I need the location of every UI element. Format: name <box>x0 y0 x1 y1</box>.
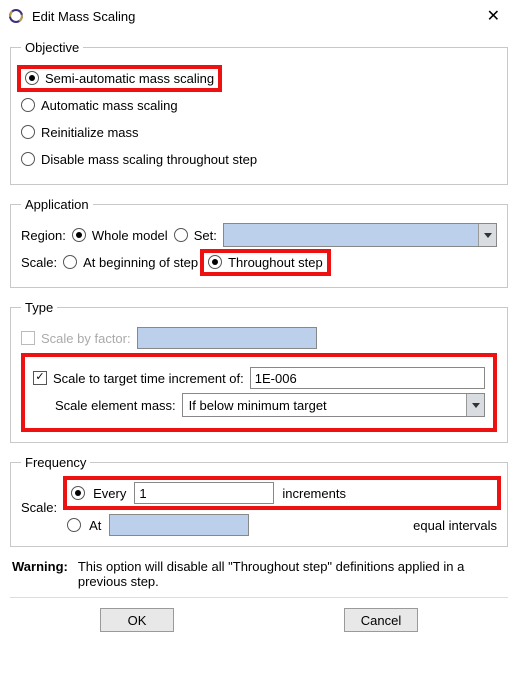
radio-automatic[interactable] <box>21 98 35 112</box>
radio-at[interactable] <box>67 518 81 532</box>
label-set: Set: <box>194 228 217 243</box>
label-scale-to-target: Scale to target time increment of: <box>53 371 244 386</box>
close-icon[interactable]: ✕ <box>479 6 508 26</box>
element-mass-combo-text: If below minimum target <box>183 398 466 413</box>
freq-scale-label: Scale: <box>21 500 57 515</box>
titlebar: Edit Mass Scaling ✕ <box>0 0 518 30</box>
label-element-mass: Scale element mass: <box>55 398 176 413</box>
cancel-button[interactable]: Cancel <box>344 608 418 632</box>
frequency-legend: Frequency <box>21 455 90 470</box>
region-label: Region: <box>21 228 66 243</box>
at-value-input[interactable] <box>109 514 249 536</box>
label-every: Every <box>93 486 126 501</box>
set-combo[interactable] <box>223 223 497 247</box>
label-semi-automatic: Semi-automatic mass scaling <box>45 71 214 86</box>
chevron-down-icon <box>478 224 496 246</box>
app-icon <box>8 8 24 24</box>
objective-legend: Objective <box>21 40 83 55</box>
radio-every[interactable] <box>71 486 85 500</box>
factor-input <box>137 327 317 349</box>
warning-text: This option will disable all "Throughout… <box>78 559 506 589</box>
label-throughout-step: Throughout step <box>228 255 323 270</box>
label-whole-model: Whole model <box>92 228 168 243</box>
label-disable: Disable mass scaling throughout step <box>41 152 257 167</box>
radio-reinitialize[interactable] <box>21 125 35 139</box>
type-legend: Type <box>21 300 57 315</box>
target-increment-input[interactable] <box>250 367 485 389</box>
application-legend: Application <box>21 197 93 212</box>
radio-throughout-step[interactable] <box>208 255 222 269</box>
radio-set[interactable] <box>174 228 188 242</box>
label-at: At <box>89 518 101 533</box>
warning-label: Warning: <box>12 559 68 574</box>
label-scale-by-factor: Scale by factor: <box>41 331 131 346</box>
application-group: Application Region: Whole model Set: Sca… <box>10 197 508 288</box>
warning-row: Warning: This option will disable all "T… <box>12 559 506 589</box>
label-increments: increments <box>282 486 346 501</box>
radio-at-beginning[interactable] <box>63 255 77 269</box>
chevron-down-icon <box>466 394 484 416</box>
check-scale-by-factor <box>21 331 35 345</box>
radio-semi-automatic[interactable] <box>25 71 39 85</box>
radio-whole-model[interactable] <box>72 228 86 242</box>
scale-label: Scale: <box>21 255 57 270</box>
check-scale-to-target[interactable] <box>33 371 47 385</box>
window-title: Edit Mass Scaling <box>32 9 479 24</box>
radio-disable[interactable] <box>21 152 35 166</box>
frequency-group: Frequency Scale: Every increments At equ… <box>10 455 508 547</box>
type-group: Type Scale by factor: Scale to target ti… <box>10 300 508 443</box>
label-automatic: Automatic mass scaling <box>41 98 178 113</box>
label-at-beginning: At beginning of step <box>83 255 198 270</box>
ok-button[interactable]: OK <box>100 608 174 632</box>
every-value-input[interactable] <box>134 482 274 504</box>
label-reinitialize: Reinitialize mass <box>41 125 139 140</box>
element-mass-combo[interactable]: If below minimum target <box>182 393 485 417</box>
objective-group: Objective Semi-automatic mass scaling Au… <box>10 40 508 185</box>
label-equal-intervals: equal intervals <box>413 518 497 533</box>
